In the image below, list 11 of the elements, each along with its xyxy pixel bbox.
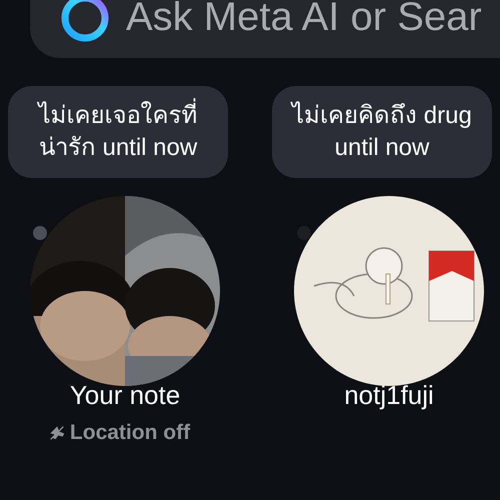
ring-icon [60,0,110,43]
note-author: notj1fuji [344,380,434,411]
status-dot [297,226,311,240]
location-off-icon [48,424,66,442]
status-dot [33,226,47,240]
note-bubble[interactable]: ไม่เคยเจอใครที่น่ารัก until now [8,86,228,178]
note-bubble[interactable]: ไม่เคยคิดถึง drug until now [272,86,492,178]
note-author: Your note [70,380,180,411]
search-input[interactable]: Ask Meta AI or Sear [126,0,500,40]
search-field[interactable]: Ask Meta AI or Sear [30,0,500,58]
location-status[interactable]: Location off [70,421,190,445]
